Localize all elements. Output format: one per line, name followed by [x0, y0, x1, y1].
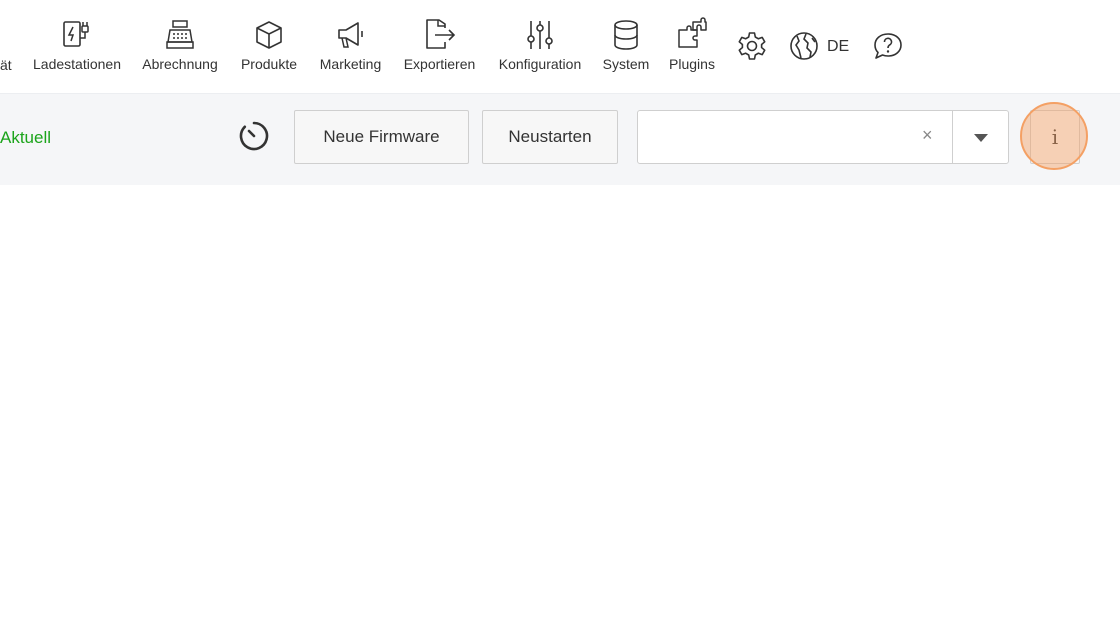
megaphone-icon — [337, 22, 363, 48]
combo-divider — [952, 111, 953, 163]
nav-item-label: Konfiguration — [498, 56, 582, 72]
gear-icon[interactable] — [736, 30, 768, 62]
help-bubble-icon[interactable] — [872, 30, 904, 62]
top-navigation: ät Ladestationen Abrechnung Produkte Mar… — [0, 0, 1120, 90]
firmware-select-input[interactable] — [638, 111, 918, 163]
export-icon — [425, 19, 455, 49]
new-firmware-button[interactable]: Neue Firmware — [294, 110, 469, 164]
restart-button[interactable]: Neustarten — [482, 110, 618, 164]
nav-item-label: Abrechnung — [142, 56, 218, 72]
clear-icon[interactable]: × — [922, 125, 933, 146]
nav-item-abrechnung[interactable]: Abrechnung — [141, 18, 219, 72]
timer-icon[interactable] — [238, 120, 270, 152]
box-icon — [256, 21, 282, 49]
nav-item-exportieren[interactable]: Exportieren — [403, 18, 476, 72]
nav-item-marketing[interactable]: Marketing — [318, 18, 383, 72]
nav-item-system[interactable]: System — [602, 18, 650, 72]
nav-item-label: Exportieren — [403, 56, 476, 72]
nav-item-label: Plugins — [669, 56, 715, 72]
nav-item-partial-label[interactable]: ät — [0, 57, 12, 73]
sliders-icon — [527, 21, 553, 49]
firmware-status: Aktuell — [0, 128, 52, 147]
info-button[interactable]: i — [1030, 110, 1080, 164]
firmware-toolbar: Aktuell Neue Firmware Neustarten × i — [0, 93, 1120, 185]
nav-item-produkte[interactable]: Produkte — [240, 18, 298, 72]
charging-station-icon — [63, 21, 89, 47]
firmware-select-combobox[interactable]: × — [637, 110, 1009, 164]
database-icon — [614, 20, 638, 50]
nav-item-label: Ladestationen — [33, 56, 121, 72]
nav-item-label: Produkte — [240, 56, 298, 72]
nav-item-plugins[interactable]: Plugins — [668, 17, 716, 72]
nav-item-ladestationen[interactable]: Ladestationen — [32, 18, 122, 72]
globe-icon[interactable] — [788, 30, 820, 62]
cash-register-icon — [166, 20, 194, 49]
chevron-down-icon[interactable] — [974, 134, 988, 142]
nav-item-konfiguration[interactable]: Konfiguration — [496, 18, 584, 72]
nav-item-label: Marketing — [319, 56, 382, 72]
language-selector[interactable]: DE — [827, 38, 849, 56]
puzzle-icon — [678, 17, 707, 48]
nav-item-label: System — [602, 56, 650, 72]
